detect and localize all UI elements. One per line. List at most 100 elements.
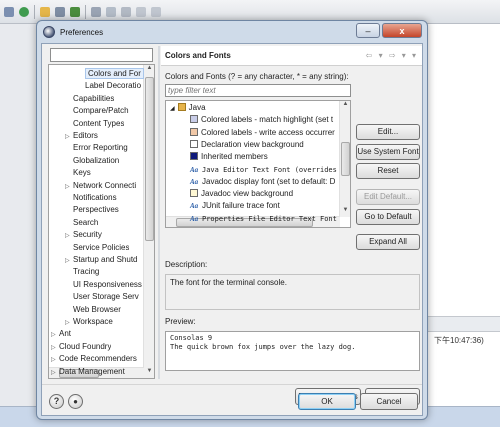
close-button[interactable]: x xyxy=(382,23,422,38)
tree-item[interactable]: Label Decoratio xyxy=(77,80,141,92)
toolbar-separator xyxy=(34,4,35,19)
scroll-up-icon[interactable]: ▲ xyxy=(144,65,154,75)
colors-tree-vertical-scrollbar[interactable]: ▲ ▼ xyxy=(339,101,350,217)
expand-all-button[interactable]: Expand All xyxy=(356,234,420,250)
scroll-thumb[interactable] xyxy=(341,142,350,176)
search-icon[interactable] xyxy=(55,6,65,17)
tree-item[interactable]: Perspectives xyxy=(65,204,119,216)
tree-item-label: Data Management xyxy=(59,366,125,376)
expand-arrow-icon[interactable]: ▷ xyxy=(65,230,73,241)
tree-item[interactable]: Error Reporting xyxy=(65,142,128,154)
tree-item[interactable]: Content Types xyxy=(65,118,124,130)
edit-button[interactable]: Edit... xyxy=(356,124,420,140)
edit-default-button[interactable]: Edit Default... xyxy=(356,189,420,205)
dialog-client-area: ▲ ▼ Colors and For Label Decoratio Capabil… xyxy=(41,43,423,416)
preview-label: Preview: xyxy=(165,317,196,326)
font-icon: Aa xyxy=(190,165,199,174)
color-font-item-label: Javadoc view background xyxy=(201,189,294,199)
scroll-down-icon[interactable]: ▼ xyxy=(144,368,154,378)
scroll-thumb[interactable] xyxy=(145,77,154,241)
folder-icon xyxy=(177,103,186,111)
expand-arrow-icon[interactable]: ▷ xyxy=(51,367,59,378)
reset-button[interactable]: Reset xyxy=(356,163,420,179)
expand-arrow-icon[interactable]: ▷ xyxy=(65,131,73,142)
tree-item[interactable]: ▷ Cloud Foundry xyxy=(51,341,111,353)
help-icon[interactable]: ? xyxy=(49,394,64,409)
expand-arrow-icon[interactable]: ▷ xyxy=(65,181,73,192)
run-icon[interactable] xyxy=(70,6,80,17)
import-export-icon[interactable]: ● xyxy=(68,394,83,409)
tree-item[interactable]: ▷ Network Connecti xyxy=(65,180,136,192)
tree-item[interactable]: UI Responsiveness xyxy=(65,279,142,291)
color-font-item[interactable]: Inherited members xyxy=(190,151,268,163)
pane-sash[interactable] xyxy=(158,46,160,379)
tree-item-label: Startup and Shutd xyxy=(73,255,138,264)
tree-item[interactable]: ▷ Editors xyxy=(65,130,98,142)
tree-item[interactable]: User Storage Serv xyxy=(65,291,139,303)
preview-line: The quick brown fox jumps over the lazy … xyxy=(170,343,356,351)
open-folder-icon[interactable] xyxy=(40,6,50,17)
pin-icon[interactable] xyxy=(91,6,101,17)
use-system-font-button[interactable]: Use System Font xyxy=(356,144,420,160)
edit-icon[interactable] xyxy=(121,6,131,17)
preference-filter-input[interactable] xyxy=(50,48,153,62)
tree-item[interactable]: Service Policies xyxy=(65,242,129,254)
font-icon: Aa xyxy=(190,177,199,186)
color-font-item[interactable]: Colored labels - write access occurrer xyxy=(190,127,335,139)
nav-forward-icon[interactable] xyxy=(151,6,161,17)
expand-arrow-icon[interactable]: ▷ xyxy=(51,354,59,365)
refresh-icon[interactable] xyxy=(19,6,29,17)
tree-item[interactable]: ▷ Data Management xyxy=(51,366,125,378)
tree-item[interactable]: Notifications xyxy=(65,192,117,204)
color-filter-input[interactable] xyxy=(165,84,351,97)
tree-item[interactable]: Search xyxy=(65,217,98,229)
tree-item[interactable]: ▷ Workspace xyxy=(65,316,113,328)
dialog-titlebar[interactable]: Preferences – x xyxy=(37,21,427,43)
expand-arrow-icon[interactable]: ▷ xyxy=(65,255,73,266)
page-header: Colors and Fonts ⇦ ▾ ⇨ ▾ ▾ xyxy=(161,46,422,66)
tree-item[interactable]: Tracing xyxy=(65,266,99,278)
tree-item[interactable]: ▷ Code Recommenders xyxy=(51,353,137,365)
tree-item[interactable]: Keys xyxy=(65,167,91,179)
color-font-item[interactable]: Colored labels - match highlight (set t xyxy=(190,114,333,126)
tree-item[interactable]: Capabilities xyxy=(65,93,114,105)
tree-item[interactable]: ▷ Security xyxy=(65,229,102,241)
color-font-item[interactable]: Javadoc view background xyxy=(190,188,293,200)
expand-arrow-icon[interactable]: ▷ xyxy=(51,342,59,353)
tree-item[interactable]: Colors and For xyxy=(77,68,144,80)
color-font-item[interactable]: Aa Java Editor Text Font (overrides xyxy=(190,164,337,176)
color-font-item-label: Javadoc display font (set to default: D xyxy=(202,176,336,186)
scroll-up-icon[interactable]: ▲ xyxy=(340,101,350,111)
page-nav-controls[interactable]: ⇦ ▾ ⇨ ▾ ▾ xyxy=(366,51,418,60)
tree-item[interactable]: Web Browser xyxy=(65,304,121,316)
toggle-icon[interactable] xyxy=(106,6,116,17)
color-font-item-label: Colored labels - match highlight (set t xyxy=(201,115,334,125)
collapse-arrow-icon[interactable]: ◢ xyxy=(170,106,175,112)
tree-item[interactable]: ▷ Ant xyxy=(51,328,71,340)
color-font-item[interactable]: Aa Javadoc display font (set to default: … xyxy=(190,176,335,188)
tree-vertical-scrollbar[interactable]: ▲ ▼ xyxy=(143,65,154,378)
tree-item[interactable]: Globalization xyxy=(65,155,119,167)
nav-back-icon[interactable] xyxy=(136,6,146,17)
colors-fonts-tree: ▲ ▼ ◢ Java Colored labels - match highligh… xyxy=(165,100,351,228)
save-icon[interactable] xyxy=(4,6,14,17)
minimize-button[interactable]: – xyxy=(356,23,380,38)
expand-arrow-icon[interactable]: ▷ xyxy=(65,317,73,328)
tree-item[interactable]: Compare/Patch xyxy=(65,105,129,117)
color-font-item[interactable]: Aa Properties File Editor Text Font xyxy=(190,213,337,225)
tree-item-label: Security xyxy=(73,230,102,240)
go-to-default-button[interactable]: Go to Default xyxy=(356,209,420,225)
tree-item-label: Capabilities xyxy=(73,93,115,103)
ok-button[interactable]: OK xyxy=(298,393,356,410)
color-font-item[interactable]: Aa JUnit failure trace font xyxy=(190,200,280,212)
description-text: The font for the terminal console. xyxy=(170,278,287,287)
expand-arrow-icon[interactable]: ▷ xyxy=(51,329,59,340)
color-font-item[interactable]: Declaration view background xyxy=(190,139,304,151)
tree-item[interactable]: ▷ Startup and Shutd xyxy=(65,254,138,266)
color-font-item-label: Inherited members xyxy=(201,152,268,162)
preference-page: Colors and Fonts ⇦ ▾ ⇨ ▾ ▾ Colors and Fo… xyxy=(161,46,422,405)
dialog-button-bar: ? ● OK Cancel xyxy=(42,384,422,417)
cancel-button[interactable]: Cancel xyxy=(360,393,418,410)
color-font-item[interactable]: ◢ Java xyxy=(170,102,206,114)
scroll-down-icon[interactable]: ▼ xyxy=(340,207,350,217)
